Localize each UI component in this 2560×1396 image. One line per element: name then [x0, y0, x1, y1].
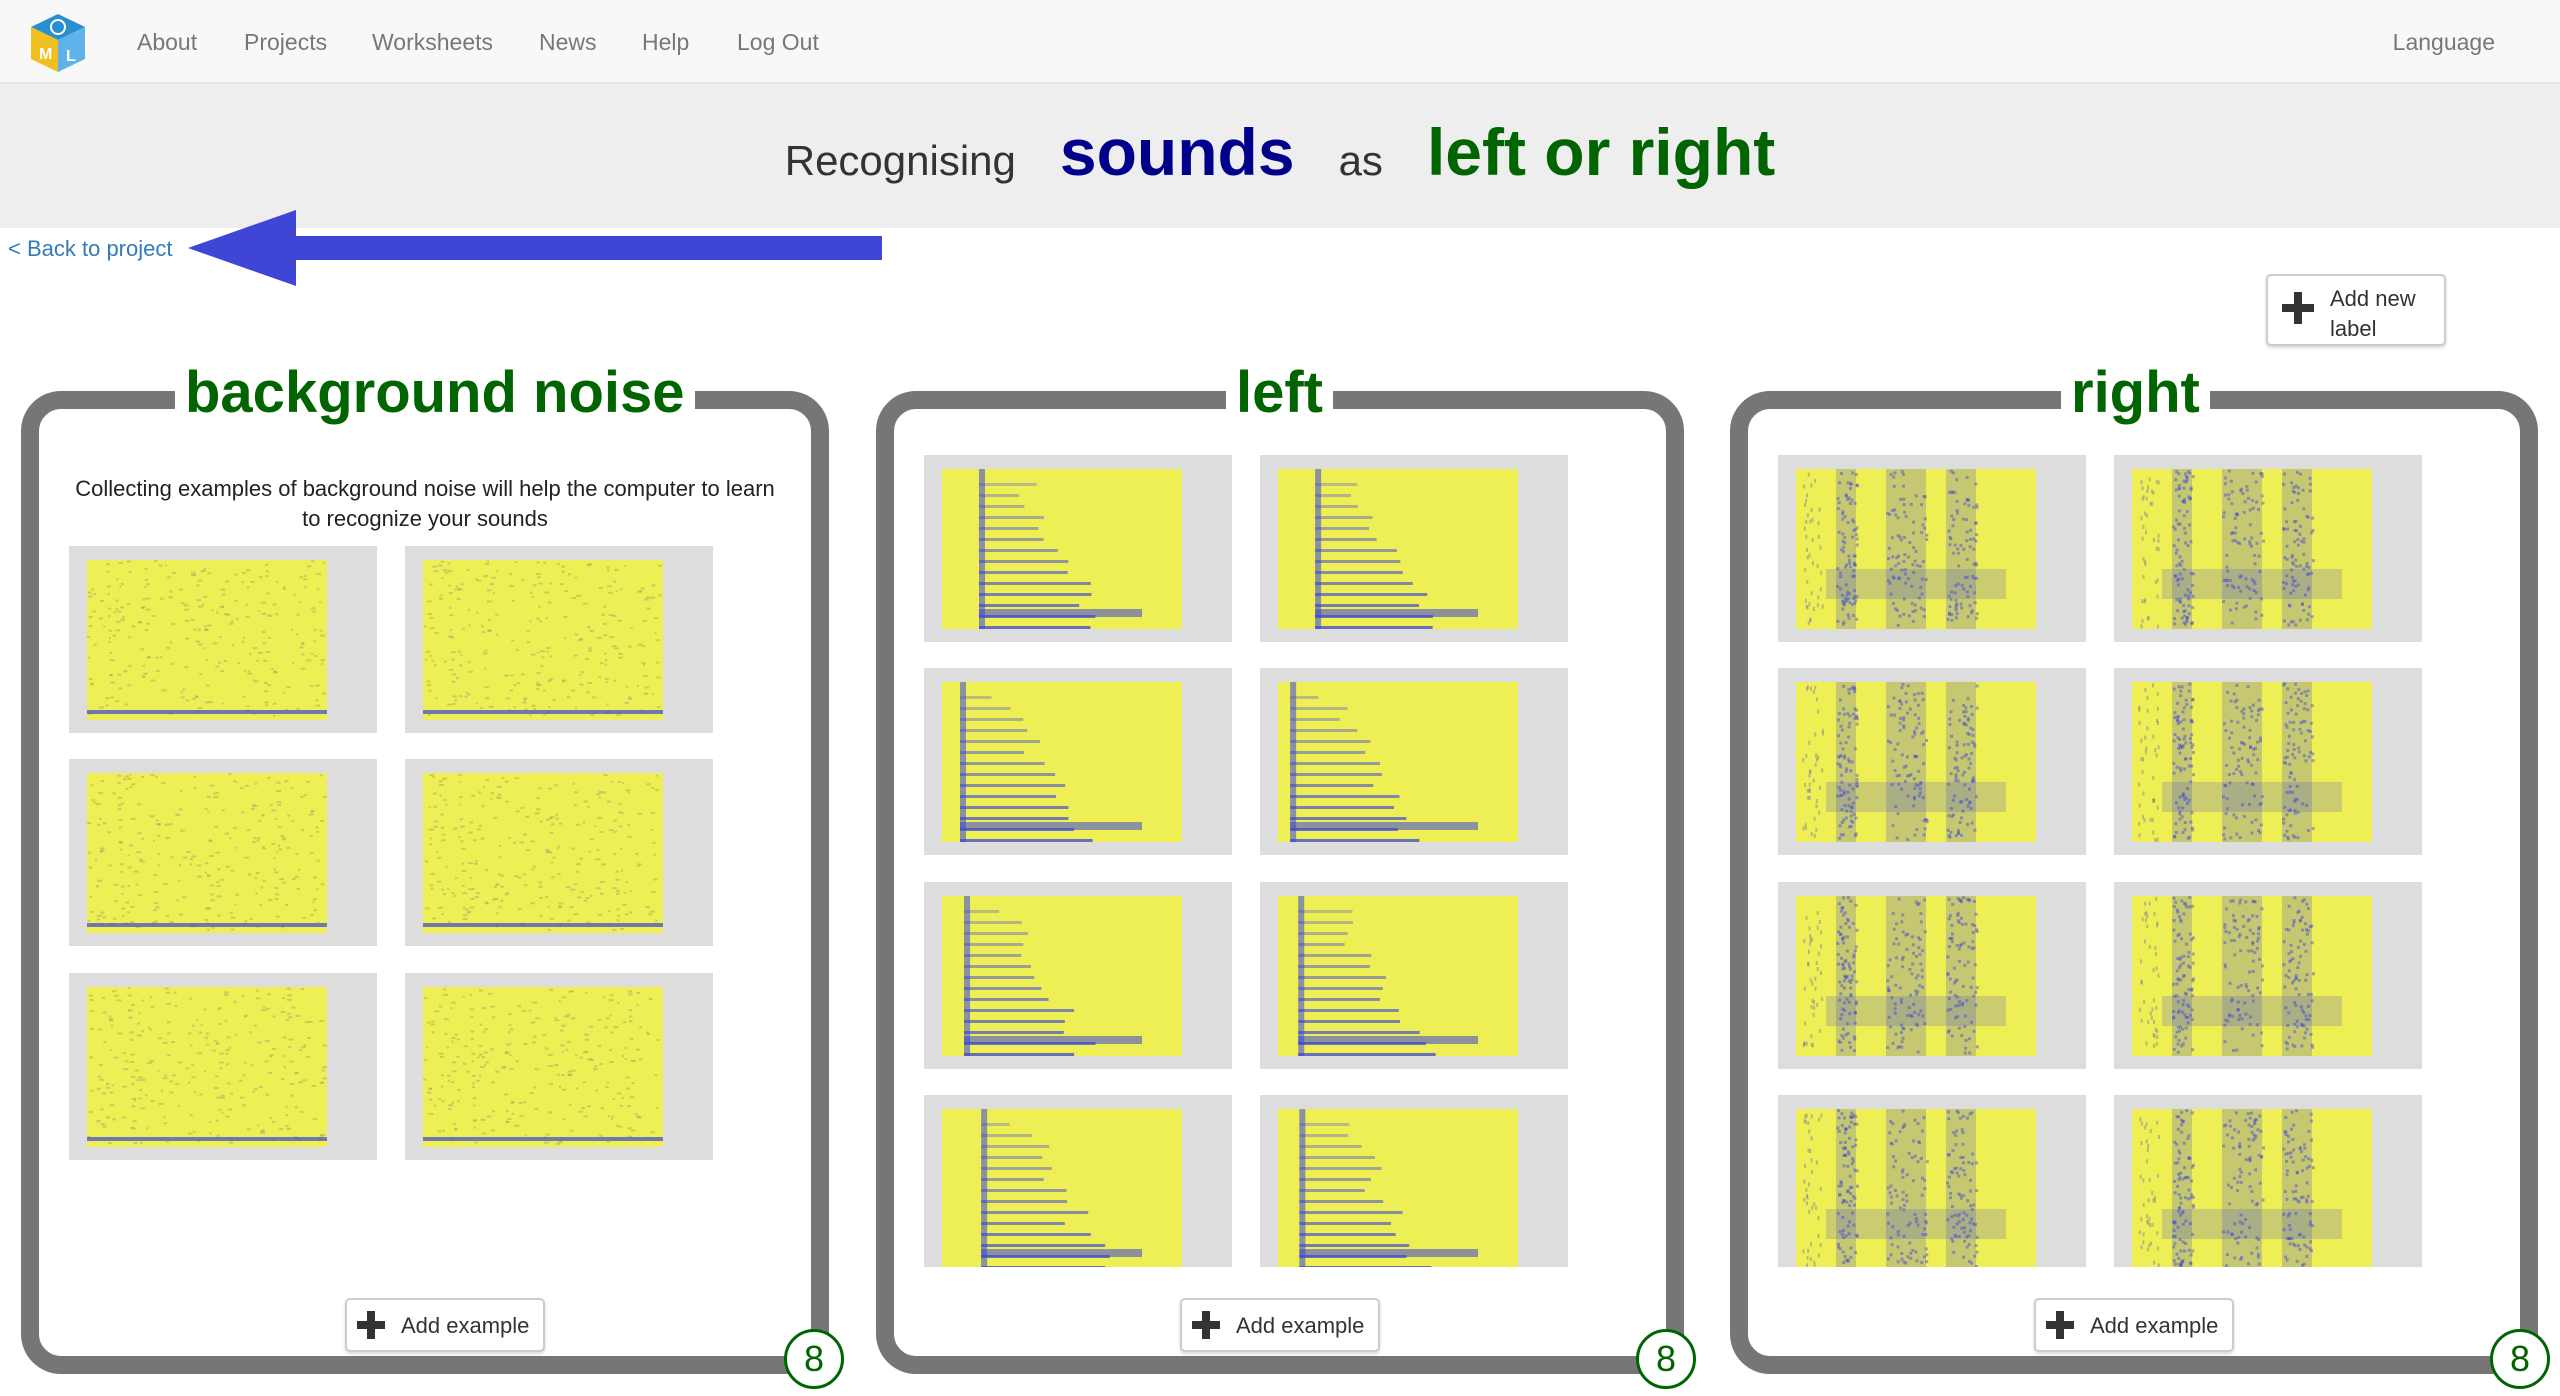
- training-examples-list: [924, 455, 1634, 1267]
- spectrogram-thumbnail: [1796, 1109, 2036, 1267]
- ml-logo-icon[interactable]: M L: [29, 12, 87, 74]
- logo-letter-l: L: [66, 48, 76, 65]
- spectrogram-thumbnail: [1796, 682, 2036, 842]
- training-example[interactable]: [2114, 668, 2422, 855]
- training-example[interactable]: [1260, 455, 1568, 642]
- nav-about[interactable]: About: [137, 28, 197, 56]
- add-new-label-text: Add new label: [2330, 286, 2416, 341]
- training-example[interactable]: [405, 973, 713, 1160]
- add-example-button[interactable]: Add example: [345, 1298, 545, 1352]
- add-example-text: Add example: [1236, 1313, 1365, 1338]
- spectrogram-thumbnail: [423, 773, 663, 933]
- training-example[interactable]: [2114, 882, 2422, 1069]
- spectrogram-thumbnail: [2132, 896, 2372, 1056]
- bucket-title: left: [1226, 358, 1333, 428]
- nav-projects[interactable]: Projects: [244, 28, 327, 56]
- example-count-badge: 8: [1636, 1329, 1696, 1389]
- title-connector: as: [1338, 137, 1383, 184]
- label-bucket-right: Add example: [1730, 391, 2538, 1374]
- bucket-title: right: [2061, 358, 2210, 428]
- top-navbar: M L About Projects Worksheets News Help …: [0, 0, 2560, 84]
- plus-icon: [357, 1311, 385, 1339]
- plus-icon: [1192, 1311, 1220, 1339]
- training-example[interactable]: [69, 973, 377, 1160]
- title-labels: left or right: [1426, 115, 1776, 189]
- training-examples-list: [1778, 455, 2488, 1267]
- label-bucket-background-noise: Collecting examples of background noise …: [21, 391, 829, 1374]
- bucket-title: background noise: [175, 358, 695, 428]
- training-example[interactable]: [924, 668, 1232, 855]
- training-example[interactable]: [69, 546, 377, 733]
- nav-help[interactable]: Help: [642, 28, 689, 56]
- spectrogram-thumbnail: [423, 987, 663, 1147]
- example-count-badge: 8: [784, 1329, 844, 1389]
- training-example[interactable]: [405, 546, 713, 733]
- bucket-description: Collecting examples of background noise …: [75, 476, 775, 531]
- add-example-text: Add example: [401, 1313, 530, 1338]
- training-example[interactable]: [1260, 1095, 1568, 1267]
- plus-icon: [2282, 292, 2314, 324]
- back-to-project-link[interactable]: < Back to project: [8, 236, 172, 262]
- title-prefix: Recognising: [784, 137, 1016, 184]
- spectrogram-thumbnail: [87, 773, 327, 933]
- training-example[interactable]: [2114, 1095, 2422, 1267]
- training-example[interactable]: [1778, 455, 2086, 642]
- add-new-label-button[interactable]: Add new label: [2266, 274, 2446, 346]
- pointer-arrow-icon: [188, 210, 882, 286]
- page-title: Recognising sounds as left or right: [0, 114, 2560, 190]
- spectrogram-thumbnail: [87, 560, 327, 720]
- spectrogram-thumbnail: [2132, 469, 2372, 629]
- plus-icon: [2046, 1311, 2074, 1339]
- training-example[interactable]: [1260, 668, 1568, 855]
- nav-language[interactable]: Language: [2393, 28, 2495, 56]
- training-example[interactable]: [924, 1095, 1232, 1267]
- spectrogram-thumbnail: [942, 469, 1182, 629]
- add-example-button[interactable]: Add example: [1180, 1298, 1380, 1352]
- page-header: Recognising sounds as left or right: [0, 84, 2560, 228]
- spectrogram-thumbnail: [1278, 896, 1518, 1056]
- spectrogram-thumbnail: [1796, 896, 2036, 1056]
- nav-worksheets[interactable]: Worksheets: [372, 28, 493, 56]
- training-example[interactable]: [405, 759, 713, 946]
- spectrogram-thumbnail: [1278, 469, 1518, 629]
- spectrogram-thumbnail: [2132, 1109, 2372, 1267]
- training-example[interactable]: [69, 759, 377, 946]
- title-project-type: sounds: [1059, 115, 1295, 189]
- training-example[interactable]: [1778, 882, 2086, 1069]
- training-example[interactable]: [1260, 882, 1568, 1069]
- example-count-badge: 8: [2490, 1329, 2550, 1389]
- training-example[interactable]: [1778, 1095, 2086, 1267]
- spectrogram-thumbnail: [1278, 682, 1518, 842]
- spectrogram-thumbnail: [87, 987, 327, 1147]
- training-example[interactable]: [924, 455, 1232, 642]
- nav-news[interactable]: News: [539, 28, 597, 56]
- training-examples-list: [69, 546, 779, 1166]
- spectrogram-thumbnail: [2132, 682, 2372, 842]
- training-example[interactable]: [1778, 668, 2086, 855]
- spectrogram-thumbnail: [942, 682, 1182, 842]
- spectrogram-thumbnail: [942, 896, 1182, 1056]
- training-example[interactable]: [924, 882, 1232, 1069]
- spectrogram-thumbnail: [1796, 469, 2036, 629]
- training-example[interactable]: [2114, 455, 2422, 642]
- label-bucket-left: Add example: [876, 391, 1684, 1374]
- spectrogram-thumbnail: [942, 1109, 1182, 1267]
- spectrogram-thumbnail: [423, 560, 663, 720]
- spectrogram-thumbnail: [1278, 1109, 1518, 1267]
- logo-letter-m: M: [39, 46, 52, 63]
- add-example-text: Add example: [2090, 1313, 2219, 1338]
- nav-log-out[interactable]: Log Out: [737, 28, 819, 56]
- add-example-button[interactable]: Add example: [2034, 1298, 2234, 1352]
